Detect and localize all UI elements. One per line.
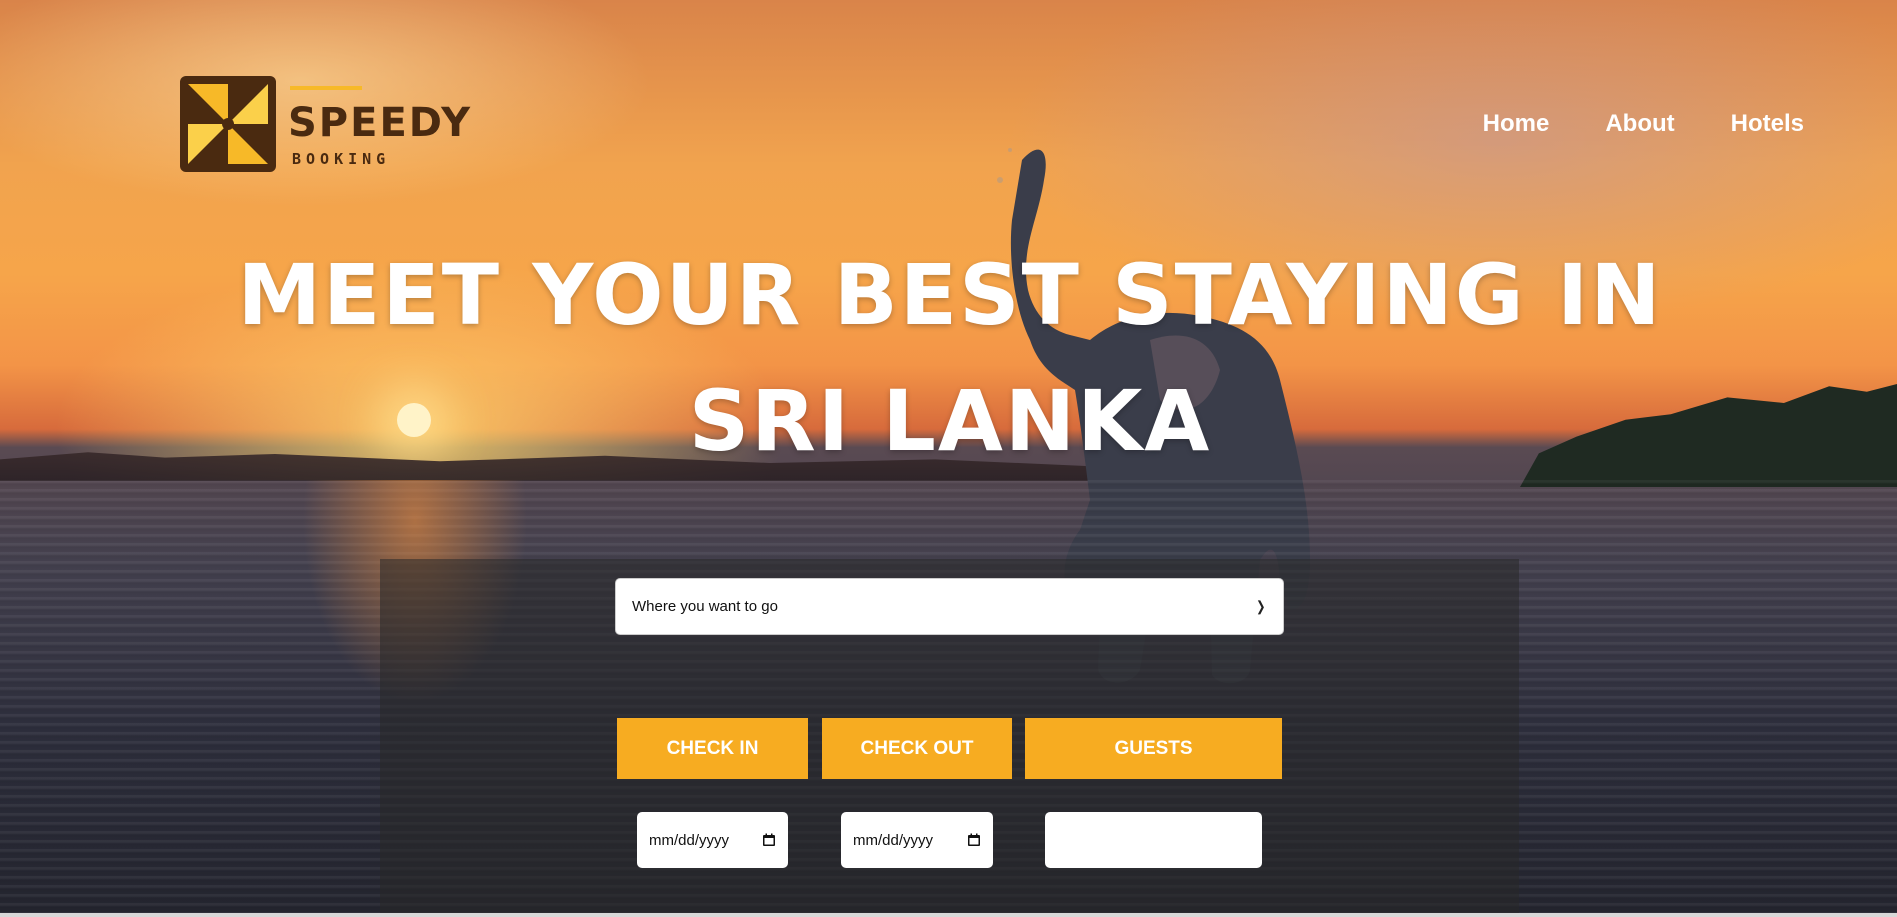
bottom-edge xyxy=(0,913,1897,917)
brand-logo[interactable]: SPEEDY BOOKING xyxy=(180,76,480,176)
nav-link-about[interactable]: About xyxy=(1605,110,1674,138)
hero-headline: MEET YOUR BEST STAYING IN SRI LANKA xyxy=(237,246,1663,470)
check-out-button[interactable]: CHECK OUT xyxy=(822,718,1012,779)
check-in-date-field[interactable]: mm/dd/yyyy xyxy=(637,812,788,868)
check-in-button[interactable]: CHECK IN xyxy=(617,718,808,779)
check-out-date-value: mm/dd/yyyy xyxy=(853,831,934,849)
calendar-icon[interactable] xyxy=(967,833,981,847)
calendar-icon[interactable] xyxy=(762,833,776,847)
destination-select[interactable]: Where you want to go ❯ xyxy=(615,578,1284,635)
guests-button[interactable]: GUESTS xyxy=(1025,718,1282,779)
brand-subtitle: BOOKING xyxy=(292,150,391,168)
check-out-date-field[interactable]: mm/dd/yyyy xyxy=(841,812,993,868)
logo-mark-icon xyxy=(180,76,276,172)
chevron-down-icon: ❯ xyxy=(1256,598,1266,614)
check-in-date-value: mm/dd/yyyy xyxy=(649,831,730,849)
brand-name: SPEEDY xyxy=(288,100,473,146)
nav-link-home[interactable]: Home xyxy=(1483,110,1550,138)
nav-link-hotels[interactable]: Hotels xyxy=(1731,110,1804,138)
logo-accent-bar xyxy=(290,86,362,90)
guests-input[interactable] xyxy=(1045,812,1262,868)
main-nav: Home About Hotels xyxy=(1483,110,1804,138)
destination-selected-value: Where you want to go xyxy=(632,598,778,615)
